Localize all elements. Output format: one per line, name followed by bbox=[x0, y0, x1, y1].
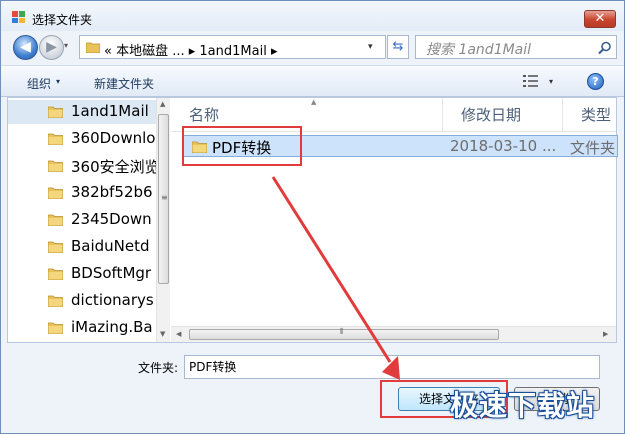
watermark: 极速下载站 bbox=[450, 389, 596, 422]
annotation-arrow bbox=[271, 176, 400, 380]
